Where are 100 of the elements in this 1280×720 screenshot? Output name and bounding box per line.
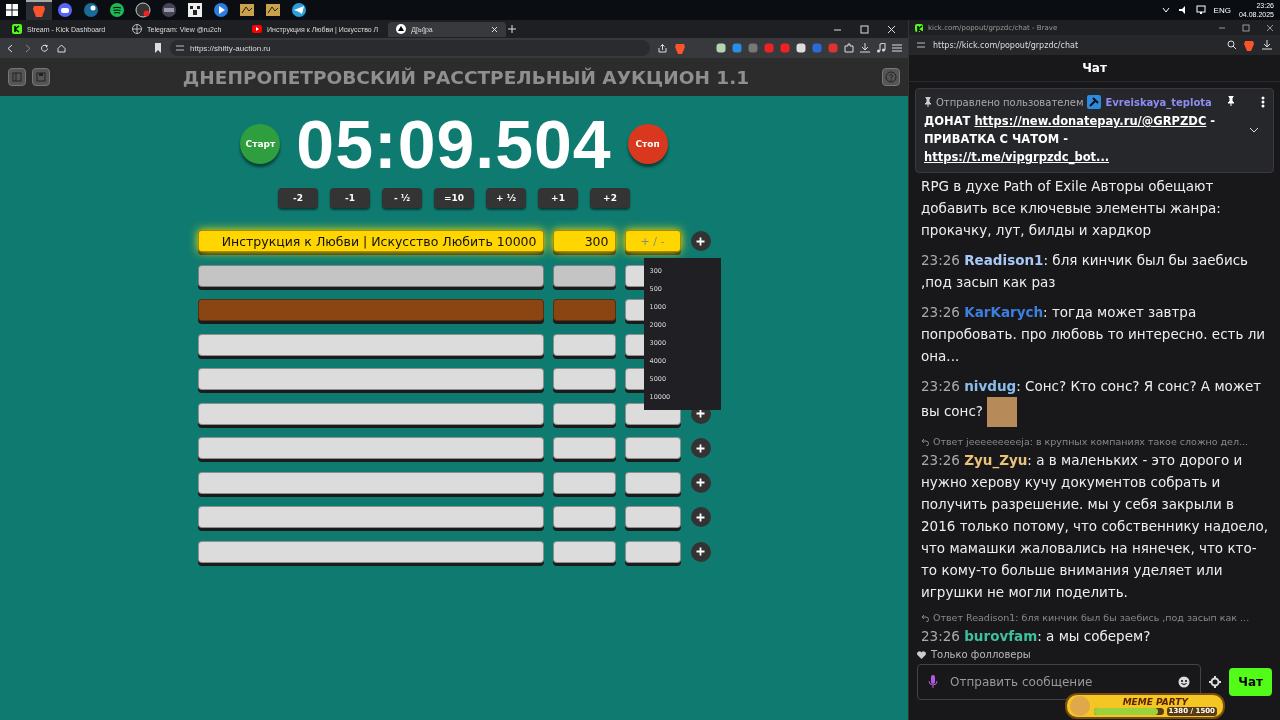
lot-amount-field[interactable] <box>552 437 616 459</box>
download-icon[interactable] <box>860 43 870 53</box>
windows-icon[interactable] <box>6 4 18 16</box>
followers-only-label: Только фолловеры <box>931 649 1031 660</box>
bookmark-icon[interactable] <box>154 43 162 53</box>
site-settings-icon[interactable] <box>917 41 925 49</box>
pixel-face-icon <box>187 2 203 18</box>
language-indicator[interactable]: ENG <box>1213 5 1231 15</box>
address-bar[interactable]: https://shitty-auction.ru <box>170 40 650 56</box>
add-button[interactable] <box>690 472 711 493</box>
microphone-icon[interactable] <box>928 675 938 689</box>
reply-preview[interactable]: Ответ jeeeeeeeeeja: в крупных компаниях такое сложно дел... <box>933 435 1249 449</box>
lot-name-field[interactable] <box>197 264 544 287</box>
chat-username[interactable]: nivdug <box>964 378 1017 394</box>
time-adjust-button[interactable]: -2 <box>278 188 318 208</box>
paper-plane-icon <box>291 2 307 18</box>
taskbar-app[interactable] <box>26 0 52 20</box>
settings-icon[interactable] <box>1209 676 1222 688</box>
time-adjust-button[interactable]: - ½ <box>382 188 422 208</box>
menu-icon[interactable] <box>892 43 902 53</box>
amount-adjust-field[interactable] <box>624 540 681 563</box>
timer-display: 05:09.504 <box>296 105 612 184</box>
gavel-badge-icon <box>1087 95 1102 109</box>
address-bar[interactable]: https://kick.com/popout/grpzdc/chat <box>933 40 1079 50</box>
lot-amount-field[interactable] <box>552 402 616 425</box>
forward-icon[interactable] <box>23 43 32 53</box>
puzzle-icon[interactable] <box>844 43 854 53</box>
reload-icon[interactable] <box>40 43 49 53</box>
amount-adjust-field[interactable] <box>624 471 681 494</box>
lot-amount-field[interactable] <box>552 471 616 494</box>
plus-icon <box>696 547 705 556</box>
lion-shield-icon[interactable] <box>1244 39 1254 51</box>
sidebar-toggle[interactable] <box>8 68 26 86</box>
chevron-down-icon[interactable] <box>1249 127 1259 133</box>
home-icon[interactable] <box>57 43 66 53</box>
lot-amount-field[interactable] <box>552 506 616 528</box>
plus-icon <box>696 512 705 522</box>
lot-amount-field[interactable] <box>552 368 616 390</box>
lot-name-field[interactable] <box>197 540 544 563</box>
add-button[interactable] <box>690 541 711 562</box>
lot-amount-field[interactable]: 300 <box>552 230 616 252</box>
lion-shield-icon[interactable] <box>675 42 685 54</box>
time-adjust-button[interactable]: + ½ <box>486 188 526 208</box>
download-icon[interactable] <box>1262 39 1272 50</box>
back-icon[interactable] <box>6 43 15 53</box>
help-button[interactable] <box>882 68 900 86</box>
close-icon[interactable] <box>1266 23 1274 32</box>
pinned-username[interactable]: Evreiskaya_teplota <box>1105 96 1212 108</box>
chat-username[interactable]: Readison1 <box>964 252 1044 268</box>
lot-amount-field[interactable] <box>552 540 616 563</box>
question-icon <box>885 71 897 83</box>
chat-username[interactable]: KarKarych <box>964 304 1044 320</box>
amount-adjust-field[interactable] <box>624 506 681 528</box>
pinned-text: ДОНАТ https://new.donatepay.ru/@GRPZDC - ПРИВАТКА С ЧАТОМ - https://t.me/vipgrpzdc_bot... <box>924 113 1217 166</box>
add-button[interactable] <box>690 231 711 251</box>
music-note-icon[interactable] <box>876 43 886 53</box>
caret-icon[interactable] <box>1161 6 1170 14</box>
lot-name-field[interactable] <box>197 333 544 356</box>
lot-name-field[interactable] <box>197 368 544 390</box>
amount-adjust-field[interactable] <box>624 437 681 459</box>
emoji-icon[interactable] <box>1178 676 1191 688</box>
send-button[interactable]: Чат <box>1229 668 1272 696</box>
add-button[interactable] <box>690 507 711 527</box>
lot-name-field[interactable] <box>197 437 544 459</box>
more-icon[interactable] <box>1261 96 1265 108</box>
lot-name-field[interactable] <box>197 506 544 528</box>
chat-username[interactable]: Zyu_Zyu <box>964 452 1028 468</box>
time-adjust-button[interactable]: +1 <box>538 188 578 208</box>
zoom-icon[interactable] <box>1227 39 1236 49</box>
reply-preview[interactable]: Ответ Readison1: бля кинчик был бы заебись ,под засып как ... <box>933 611 1250 625</box>
pinned-link[interactable]: https://t.me/vipgrpzdc_bot... <box>924 150 1110 164</box>
plus-icon[interactable] <box>508 25 517 33</box>
chat-username[interactable]: burovfam <box>964 628 1038 644</box>
plus-icon <box>696 443 705 453</box>
time-adjust-button[interactable]: =10 <box>434 188 474 208</box>
lot-name-field[interactable] <box>197 402 544 425</box>
pinned-link[interactable]: https://new.donatepay.ru/@GRPZDC <box>974 114 1207 128</box>
message-input[interactable]: Отправить сообщение <box>948 674 1169 690</box>
pin-icon <box>924 97 932 107</box>
time-adjust-button[interactable]: +2 <box>590 188 630 208</box>
record-dot-icon <box>135 2 151 18</box>
time-adjust-button[interactable]: -1 <box>330 188 370 208</box>
lot-amount-field[interactable] <box>552 333 616 356</box>
speaker-icon[interactable] <box>1177 5 1188 15</box>
app-title: ДНЕПРОПЕТРОВСКИЙ РАССТРЕЛЬНЫЙ АУКЦИОН 1.1 <box>181 66 751 88</box>
chat-message: 23:26 burovfam: а мы соберем? <box>921 627 1152 646</box>
play-icon <box>213 2 229 18</box>
plus-icon <box>696 478 705 487</box>
lot-name-field[interactable]: Инструкция к Любви | Искусство Любить 10000 <box>197 230 544 252</box>
save-button[interactable] <box>32 68 50 86</box>
lot-name-field[interactable] <box>197 471 544 494</box>
pin-icon[interactable] <box>1227 96 1235 106</box>
maximize-icon[interactable] <box>1242 23 1250 32</box>
lot-amount-field[interactable] <box>552 299 616 321</box>
lot-amount-field[interactable] <box>552 264 616 287</box>
add-button[interactable] <box>690 438 711 458</box>
lot-name-field[interactable] <box>197 299 544 321</box>
stop-button[interactable]: Стоп <box>627 124 668 164</box>
share-icon[interactable] <box>658 43 667 53</box>
site-settings-icon[interactable] <box>176 44 184 52</box>
